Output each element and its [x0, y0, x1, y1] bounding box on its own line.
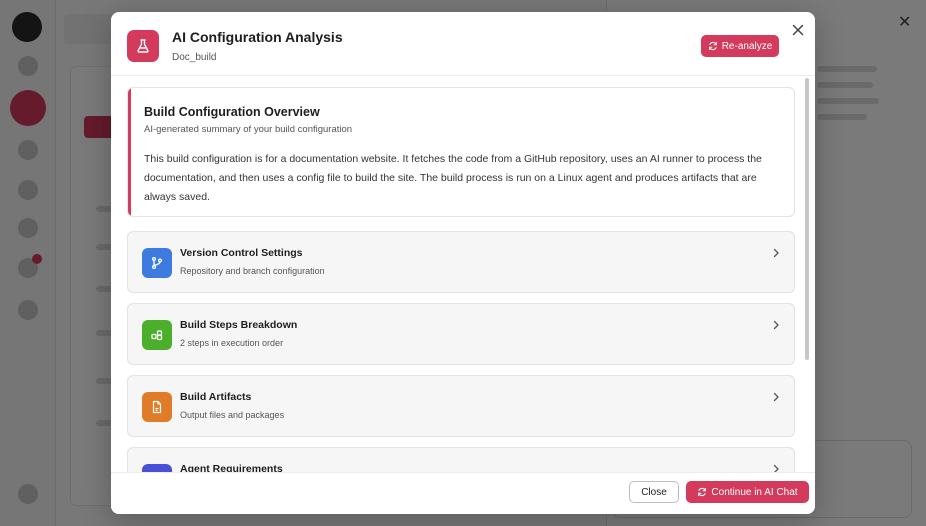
modal-header: AI Configuration Analysis Doc_build Re-a… [111, 12, 815, 76]
branch-icon [142, 248, 172, 278]
section-subtitle: 2 steps in execution order [180, 338, 284, 348]
steps-icon [142, 320, 172, 350]
file-icon [142, 392, 172, 422]
reanalyze-label: Re-analyze [721, 40, 773, 52]
section-build-steps[interactable]: Build Steps Breakdown 2 steps in executi… [127, 303, 795, 365]
modal-footer: Close Continue in AI Chat [111, 472, 815, 514]
modal-subtitle: Doc_build [172, 52, 217, 63]
continue-in-ai-chat-button[interactable]: Continue in AI Chat [686, 481, 809, 503]
section-subtitle: Output files and packages [180, 410, 285, 420]
section-version-control[interactable]: Version Control Settings Repository and … [127, 231, 795, 293]
section-build-artifacts[interactable]: Build Artifacts Output files and package… [127, 375, 795, 437]
modal-body[interactable]: Build Configuration Overview AI-generate… [111, 76, 815, 472]
section-agent-requirements[interactable]: Agent Requirements [127, 447, 795, 472]
close-button[interactable]: Close [629, 481, 679, 503]
reanalyze-button[interactable]: Re-analyze [701, 35, 779, 57]
overview-summary: This build configuration is for a docume… [144, 153, 762, 203]
overview-accent-bar [128, 88, 131, 216]
continue-label: Continue in AI Chat [711, 486, 798, 498]
section-title: Build Artifacts [180, 391, 252, 403]
refresh-icon [698, 487, 707, 497]
refresh-icon [708, 41, 717, 51]
scrollbar-thumb[interactable] [805, 78, 809, 360]
overview-title: Build Configuration Overview [144, 105, 320, 119]
close-icon[interactable] [789, 21, 807, 39]
chevron-right-icon [773, 320, 779, 330]
ai-config-analysis-modal: AI Configuration Analysis Doc_build Re-a… [111, 12, 815, 514]
section-title: Build Steps Breakdown [180, 319, 298, 331]
modal-title: AI Configuration Analysis [172, 29, 343, 45]
chevron-right-icon [773, 248, 779, 258]
section-title: Version Control Settings [180, 247, 303, 259]
flask-icon [127, 30, 159, 62]
overview-card: Build Configuration Overview AI-generate… [127, 87, 795, 217]
section-subtitle: Repository and branch configuration [180, 266, 325, 276]
agent-icon [142, 464, 172, 472]
chevron-right-icon [773, 464, 779, 472]
section-title: Agent Requirements [180, 463, 283, 472]
chevron-right-icon [773, 392, 779, 402]
overview-subtitle: AI-generated summary of your build confi… [144, 124, 353, 135]
